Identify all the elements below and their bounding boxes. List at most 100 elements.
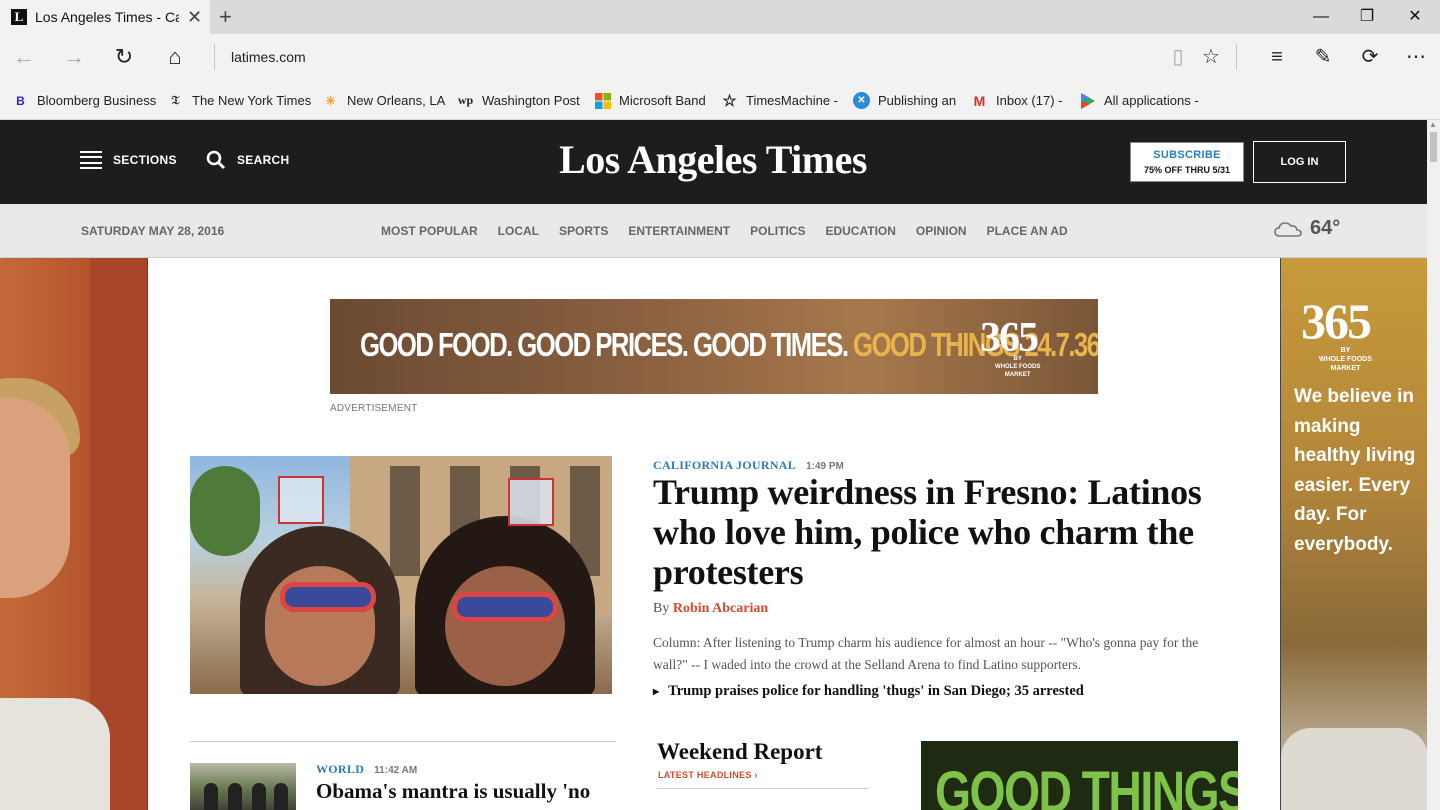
web-page: SECTIONS SEARCH Los Angeles Times SUBSCR… <box>0 120 1427 810</box>
weather-widget[interactable]: 64° <box>1274 217 1340 240</box>
play-store-icon <box>1079 92 1096 109</box>
favorite-item[interactable]: ☆ TimesMachine - <box>721 92 838 110</box>
favorite-item[interactable]: ☀ New Orleans, LA <box>322 92 445 109</box>
tab-title: Los Angeles Times - Cal <box>35 9 179 25</box>
right-skin-ad[interactable]: 365 BY WHOLE FOODS MARKET We believe in … <box>1280 258 1427 810</box>
favorite-item[interactable]: M Inbox (17) - <box>971 92 1063 109</box>
favorite-label: Inbox (17) - <box>996 93 1063 108</box>
sections-label: SECTIONS <box>113 153 177 167</box>
timestamp: 1:49 PM <box>806 461 844 472</box>
author-link[interactable]: Robin Abcarian <box>673 601 768 616</box>
favorite-star-icon[interactable]: ☆ <box>1196 43 1226 71</box>
star-icon: ☆ <box>722 92 737 110</box>
left-skin-ad[interactable] <box>0 258 148 810</box>
related-story-link[interactable]: ▶ Trump praises police for handling 'thu… <box>653 683 1084 700</box>
photo-hat <box>278 476 324 524</box>
story-thumbnail[interactable] <box>190 763 296 810</box>
nav-link-sports[interactable]: SPORTS <box>559 224 608 238</box>
photo-person <box>228 783 242 810</box>
weekend-report-title[interactable]: Weekend Report <box>657 739 822 765</box>
photo-glasses <box>280 582 376 612</box>
ad-image <box>0 698 110 810</box>
favorite-label: Microsoft Band <box>619 93 706 108</box>
wapo-icon: wp <box>457 93 474 107</box>
web-note-icon[interactable]: ✎ <box>1308 43 1338 71</box>
favorite-item[interactable]: ✕ Publishing an <box>853 92 956 109</box>
page-scrollbar[interactable]: ▲ <box>1427 120 1440 810</box>
story-headline[interactable]: Obama's mantra is usually 'no <box>316 778 606 804</box>
tab-close-icon[interactable]: ✕ <box>187 7 202 28</box>
hub-icon[interactable]: ≡ <box>1262 43 1292 71</box>
favorite-label: The New York Times <box>192 93 312 108</box>
ad-headline: GOOD THINGS <box>935 760 1238 810</box>
scrollbar-thumb[interactable] <box>1430 132 1437 162</box>
subscribe-button[interactable]: SUBSCRIBE 75% OFF THRU 5/31 <box>1130 142 1244 182</box>
lead-story-headline[interactable]: Trump weirdness in Fresno: Latinos who l… <box>653 472 1253 592</box>
nav-link-most-popular[interactable]: MOST POPULAR <box>381 224 478 238</box>
forward-arrow-icon[interactable]: → <box>58 43 90 71</box>
section-divider <box>190 741 616 742</box>
story-kicker: WORLD 11:42 AM <box>316 762 417 777</box>
bullet-triangle-icon: ▶ <box>653 687 660 696</box>
nav-link-place-an-ad[interactable]: PLACE AN AD <box>987 224 1068 238</box>
favorite-item[interactable]: B Bloomberg Business <box>12 92 156 109</box>
favorite-label: Bloomberg Business <box>37 93 157 108</box>
sidebar-ad[interactable]: GOOD THINGS <box>921 741 1238 810</box>
section-nav: SATURDAY MAY 28, 2016 MOST POPULAR LOCAL… <box>0 204 1427 258</box>
favorite-item[interactable]: Microsoft Band <box>594 92 706 109</box>
browser-title-bar: L Los Angeles Times - Cal ✕ + — ❐ ✕ <box>0 0 1440 34</box>
reading-view-icon[interactable]: ▯ <box>1163 43 1193 71</box>
back-arrow-icon[interactable]: ← <box>8 43 40 71</box>
nav-links: MOST POPULAR LOCAL SPORTS ENTERTAINMENT … <box>381 224 1088 238</box>
latest-headlines-link[interactable]: LATEST HEADLINES › <box>658 770 758 780</box>
lead-story-summary: Column: After listening to Trump charm h… <box>653 635 1199 672</box>
subscribe-offer: 75% OFF THRU 5/31 <box>1143 165 1231 175</box>
url-input[interactable]: latimes.com <box>231 49 306 65</box>
new-tab-icon[interactable]: + <box>219 4 232 30</box>
favorite-item[interactable]: All applications - <box>1079 92 1199 109</box>
toolbar-separator <box>1236 44 1237 70</box>
login-button[interactable]: LOG IN <box>1253 141 1346 183</box>
bloomberg-icon: B <box>16 93 25 108</box>
search-button[interactable]: SEARCH <box>206 150 289 170</box>
sections-button[interactable]: SECTIONS <box>80 151 177 169</box>
refresh-icon[interactable]: ↻ <box>108 43 140 71</box>
ad-brand-sub: BY WHOLE FOODS MARKET <box>995 356 1041 378</box>
search-icon <box>206 150 226 170</box>
favorite-item[interactable]: wp Washington Post <box>457 92 580 109</box>
nav-link-local[interactable]: LOCAL <box>498 224 539 238</box>
restore-icon[interactable]: ❐ <box>1344 4 1390 30</box>
close-window-icon[interactable]: ✕ <box>1392 4 1438 30</box>
nav-link-entertainment[interactable]: ENTERTAINMENT <box>628 224 730 238</box>
favorite-item[interactable]: 𝔗 The New York Times <box>167 92 312 109</box>
minimize-icon[interactable]: — <box>1298 4 1344 30</box>
photo-person <box>204 783 218 810</box>
home-icon[interactable]: ⌂ <box>159 43 191 71</box>
search-label: SEARCH <box>237 153 290 167</box>
photo-hat <box>508 478 554 526</box>
nav-link-education[interactable]: EDUCATION <box>825 224 895 238</box>
publishing-icon: ✕ <box>853 92 870 109</box>
microsoft-icon <box>594 92 611 109</box>
photo-window <box>390 466 420 576</box>
favorites-bar: B Bloomberg Business 𝔗 The New York Time… <box>0 80 1440 120</box>
site-logo[interactable]: Los Angeles Times <box>520 136 906 183</box>
weather-icon: ☀ <box>325 93 336 108</box>
nav-link-politics[interactable]: POLITICS <box>750 224 805 238</box>
subscribe-label: SUBSCRIBE <box>1153 149 1221 161</box>
scroll-up-icon[interactable]: ▲ <box>1429 120 1437 129</box>
section-label[interactable]: WORLD <box>316 762 364 777</box>
favorite-label: TimesMachine - <box>746 93 838 108</box>
ad-image <box>0 398 70 598</box>
lead-story-image[interactable] <box>190 456 612 694</box>
share-icon[interactable]: ⟳ <box>1355 43 1385 71</box>
leaderboard-ad[interactable]: GOOD FOOD. GOOD PRICES. GOOD TIMES. GOOD… <box>330 299 1098 394</box>
favorite-label: All applications - <box>1104 93 1199 108</box>
section-label[interactable]: CALIFORNIA JOURNAL <box>653 458 796 473</box>
browser-tab[interactable]: L Los Angeles Times - Cal ✕ <box>0 0 210 34</box>
lead-story-kicker: CALIFORNIA JOURNAL 1:49 PM <box>653 458 844 473</box>
masthead: SECTIONS SEARCH Los Angeles Times SUBSCR… <box>0 120 1427 204</box>
hamburger-icon <box>80 151 102 169</box>
more-icon[interactable]: ⋯ <box>1401 43 1431 71</box>
nav-link-opinion[interactable]: OPINION <box>916 224 967 238</box>
